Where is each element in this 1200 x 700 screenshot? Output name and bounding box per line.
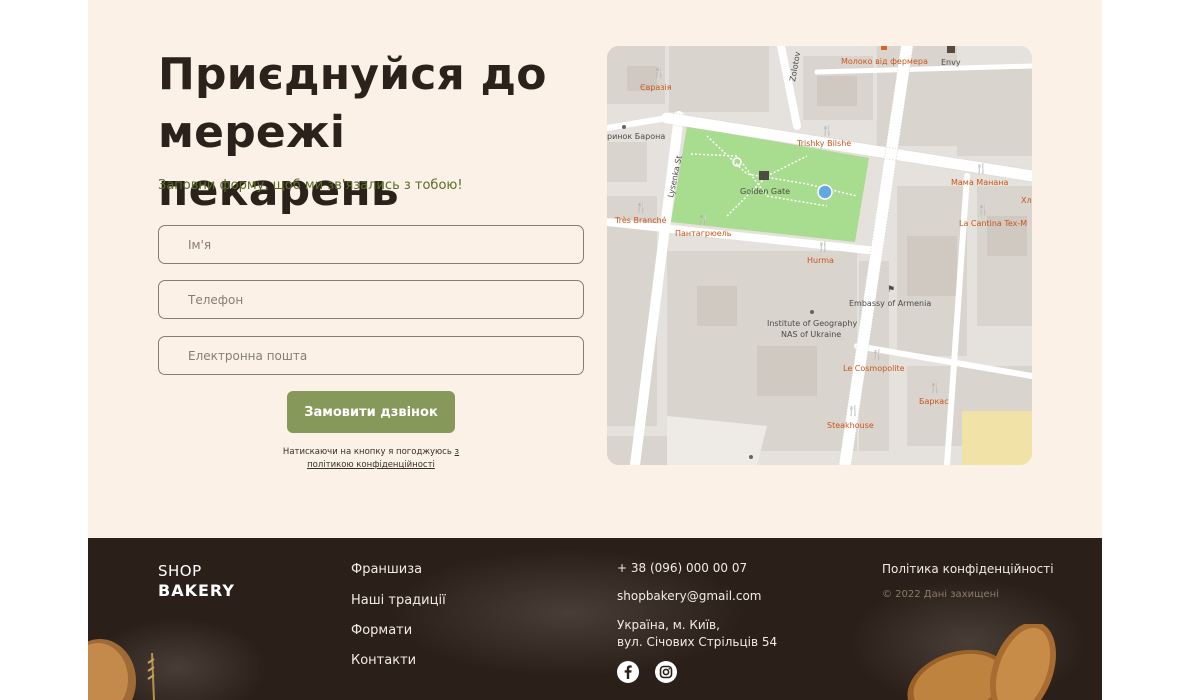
highlight-block [962,411,1032,465]
email-field[interactable] [158,336,584,375]
facebook-button[interactable] [617,661,639,683]
fountain-marker [817,184,833,200]
footer-link-contacts[interactable]: Контакти [351,653,416,668]
poi-hl[interactable]: Хл [1021,196,1032,205]
svg-text:Молоко від фермера: Молоко від фермера [841,57,928,66]
map[interactable]: Zolotov Lysenka St Молоко від фермера En… [607,46,1032,465]
food-icon: 🍴 [975,162,987,175]
landmark-icon [759,171,769,180]
footer-link-traditions[interactable]: Наші традиції [351,593,446,608]
phone-number[interactable]: + 38 (096) 000 00 07 [617,561,747,575]
svg-text:Institute of Geography: Institute of Geography [767,319,857,328]
privacy-policy-footer-link[interactable]: Політика конфіденційності [882,562,1054,576]
page: Приєднуйся до мережі пекарень Заповни фо… [88,0,1102,700]
flag-icon: ⚑ [887,285,895,295]
facebook-icon [624,665,632,679]
svg-text:Embassy of Armenia: Embassy of Armenia [849,299,931,308]
svg-text:Envy: Envy [941,58,961,67]
instagram-button[interactable] [655,661,677,683]
svg-text:Баркас: Баркас [919,397,949,406]
email-address[interactable]: shopbakery@gmail.com [617,589,762,603]
food-icon: 🍴 [977,203,989,216]
svg-text:Євразія: Євразія [640,83,672,92]
svg-text:Hurma: Hurma [807,256,834,265]
address-line: Україна, м. Київ, [617,618,720,632]
page-title: Приєднуйся до мережі пекарень [158,49,547,216]
logo-bakery[interactable]: BAKERY [158,581,235,600]
food-icon: 🍴 [635,201,647,214]
svg-text:ринок Барона: ринок Барона [607,132,665,141]
footer-link-franchise[interactable]: Франшиза [351,562,422,577]
logo-shop[interactable]: SHOP [158,562,202,580]
svg-text:Хл: Хл [1021,196,1032,205]
consent-note: Натискаючи на кнопку я погоджуюсь з полі… [268,446,474,472]
consent-text: Натискаючи на кнопку я погоджуюсь [282,447,452,457]
bread-left-image [88,639,155,700]
food-icon: 🍴 [929,381,941,394]
form-subtitle: Заповни форму, щоб ми зв'язались з тобою… [158,178,463,193]
food-icon [881,46,887,50]
svg-text:Golden Gate: Golden Gate [740,187,790,196]
svg-text:Trishky Bilshe: Trishky Bilshe [796,139,851,148]
footer: SHOP BAKERY Франшиза Наші традиції Форма… [88,538,1102,700]
svg-text:Пантагрюель: Пантагрюель [675,229,732,238]
svg-text:NAS of Ukraine: NAS of Ukraine [781,330,841,339]
name-field[interactable] [158,225,584,264]
footer-link-formats[interactable]: Формати [351,623,412,638]
join-section: Приєднуйся до мережі пекарень Заповни фо… [88,0,1102,538]
svg-text:La Cantina Tex-M: La Cantina Tex-M [959,219,1027,228]
food-icon: 🍴 [871,348,883,361]
address-line: вул. Січових Стрільців 54 [617,635,778,649]
phone-field[interactable] [158,280,584,319]
svg-text:Très Branché: Très Branché [614,215,667,225]
food-icon: 🍴 [697,213,709,226]
bread-right-image [907,624,1056,700]
map-canvas: Zolotov Lysenka St Молоко від фермера En… [607,46,1032,465]
copyright: © 2022 Дані захищені [882,589,999,600]
instagram-icon [659,665,673,679]
food-icon: 🍴 [817,240,829,253]
svg-text:Le Cosmopolite: Le Cosmopolite [843,364,905,373]
address: Україна, м. Київ, вул. Січових Стрільців… [617,617,777,651]
food-icon: 🍴 [821,124,833,137]
food-icon: 🍴 [847,404,859,417]
food-icon: 🍴 [653,66,665,79]
shop-icon [947,46,955,53]
order-call-button[interactable]: Замовити дзвінок [287,391,455,433]
svg-text:Steakhouse: Steakhouse [827,421,874,430]
svg-text:Мама Манана: Мама Манана [951,178,1008,187]
